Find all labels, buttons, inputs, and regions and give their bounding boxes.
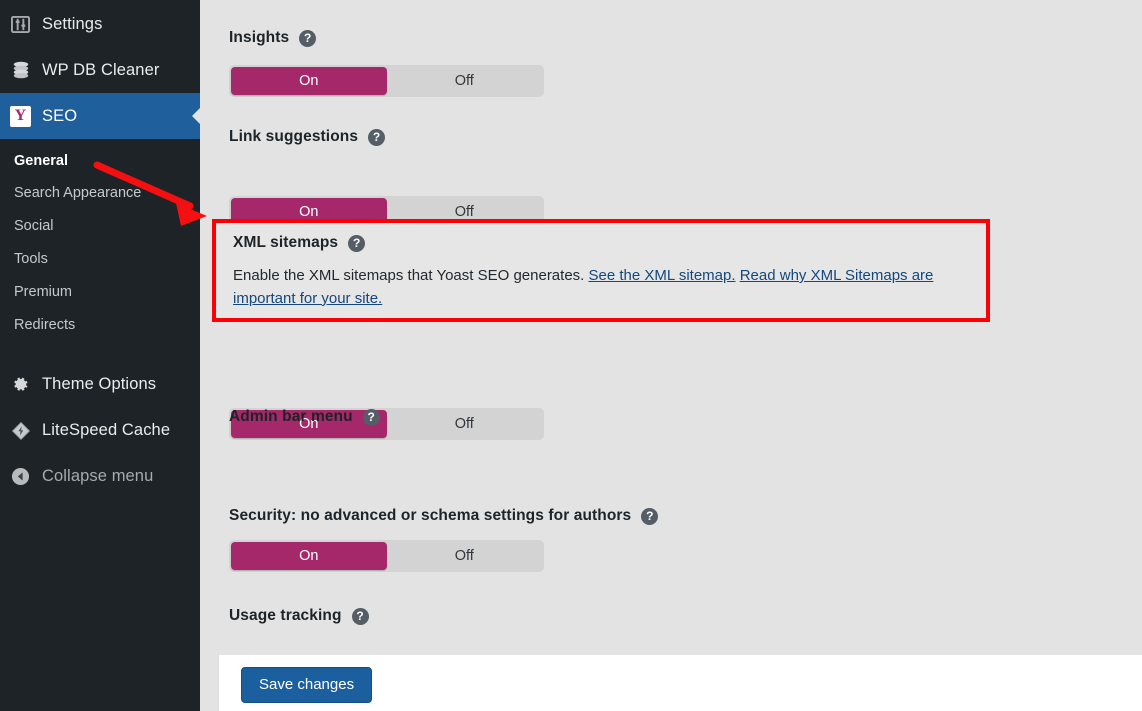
admin-sidebar: Settings WP DB Cleaner Y SEO General Sea… — [0, 0, 200, 711]
sidebar-item-general[interactable]: General — [0, 145, 200, 178]
sidebar-item-label: WP DB Cleaner — [42, 60, 160, 79]
sidebar-item-label: Theme Options — [42, 375, 157, 394]
sidebar-item-seo[interactable]: Y SEO — [0, 93, 200, 139]
admin-screen: Settings WP DB Cleaner Y SEO General Sea… — [0, 0, 1142, 711]
help-icon[interactable]: ? — [351, 607, 369, 625]
sidebar-top-group: Settings WP DB Cleaner Y SEO — [0, 1, 200, 139]
toggle-admin-bar-menu[interactable]: On Off — [229, 540, 544, 572]
toggle-off-option[interactable]: Off — [387, 67, 543, 95]
yoast-logo-icon: Y — [10, 105, 31, 127]
field-admin-bar-menu: Admin bar menu ? — [229, 408, 380, 426]
help-icon[interactable]: ? — [368, 128, 386, 146]
field-label: Usage tracking ? — [229, 607, 369, 625]
description-text: Enable the XML sitemaps that Yoast SEO g… — [233, 267, 589, 284]
field-insights: Insights ? — [229, 29, 317, 47]
field-description: Enable the XML sitemaps that Yoast SEO g… — [233, 265, 973, 311]
sidebar-item-label: Settings — [42, 14, 103, 33]
toggle-off-option[interactable]: Off — [387, 410, 543, 438]
settings-content: Insights ? On Off Link suggestions ? On … — [200, 0, 1142, 711]
collapse-arrow-icon — [10, 466, 31, 487]
save-changes-button[interactable]: Save changes — [241, 667, 373, 703]
toggle-insights[interactable]: On Off — [229, 65, 544, 97]
sidebar-bottom-group: Theme Options LiteSpeed Cache Collapse m… — [0, 362, 200, 500]
diamond-icon — [10, 420, 31, 441]
sidebar-divider — [0, 352, 200, 362]
help-icon[interactable]: ? — [641, 507, 659, 525]
field-link-suggestions: Link suggestions ? — [229, 128, 386, 146]
sidebar-item-theme-options[interactable]: Theme Options — [0, 362, 200, 408]
database-icon — [10, 60, 31, 81]
sidebar-item-tools[interactable]: Tools — [0, 244, 200, 277]
help-icon[interactable]: ? — [362, 408, 380, 426]
sidebar-item-collapse-menu[interactable]: Collapse menu — [0, 454, 200, 500]
sidebar-item-search-appearance[interactable]: Search Appearance — [0, 178, 200, 211]
sidebar-item-settings[interactable]: Settings — [0, 1, 200, 47]
sidebar-item-label: Collapse menu — [42, 467, 154, 486]
sidebar-item-redirects[interactable]: Redirects — [0, 310, 200, 343]
field-label: Insights ? — [229, 29, 317, 47]
gear-icon — [10, 374, 31, 395]
save-panel: Save changes — [218, 655, 1142, 711]
field-label: Security: no advanced or schema settings… — [229, 507, 659, 525]
toggle-off-option[interactable]: Off — [387, 542, 543, 570]
field-usage-tracking: Usage tracking ? — [229, 607, 369, 625]
field-security: Security: no advanced or schema settings… — [229, 507, 659, 525]
sidebar-submenu-seo: General Search Appearance Social Tools P… — [0, 139, 200, 353]
sidebar-item-label: SEO — [42, 106, 78, 125]
help-icon[interactable]: ? — [299, 29, 317, 47]
field-label: XML sitemaps ? — [233, 234, 973, 252]
sidebar-item-litespeed-cache[interactable]: LiteSpeed Cache — [0, 408, 200, 454]
sidebar-item-premium[interactable]: Premium — [0, 277, 200, 310]
toggle-on-option[interactable]: On — [231, 67, 387, 95]
help-icon[interactable]: ? — [348, 234, 366, 252]
field-label: Link suggestions ? — [229, 128, 386, 146]
highlight-box-xml-sitemaps: XML sitemaps ? Enable the XML sitemaps t… — [212, 219, 990, 322]
sliders-icon — [10, 14, 31, 35]
see-xml-sitemap-link[interactable]: See the XML sitemap. — [589, 267, 736, 284]
sidebar-item-label: LiteSpeed Cache — [42, 421, 171, 440]
sidebar-item-wp-db-cleaner[interactable]: WP DB Cleaner — [0, 47, 200, 93]
field-label: Admin bar menu ? — [229, 408, 380, 426]
toggle-on-option[interactable]: On — [231, 542, 387, 570]
sidebar-item-social[interactable]: Social — [0, 211, 200, 244]
